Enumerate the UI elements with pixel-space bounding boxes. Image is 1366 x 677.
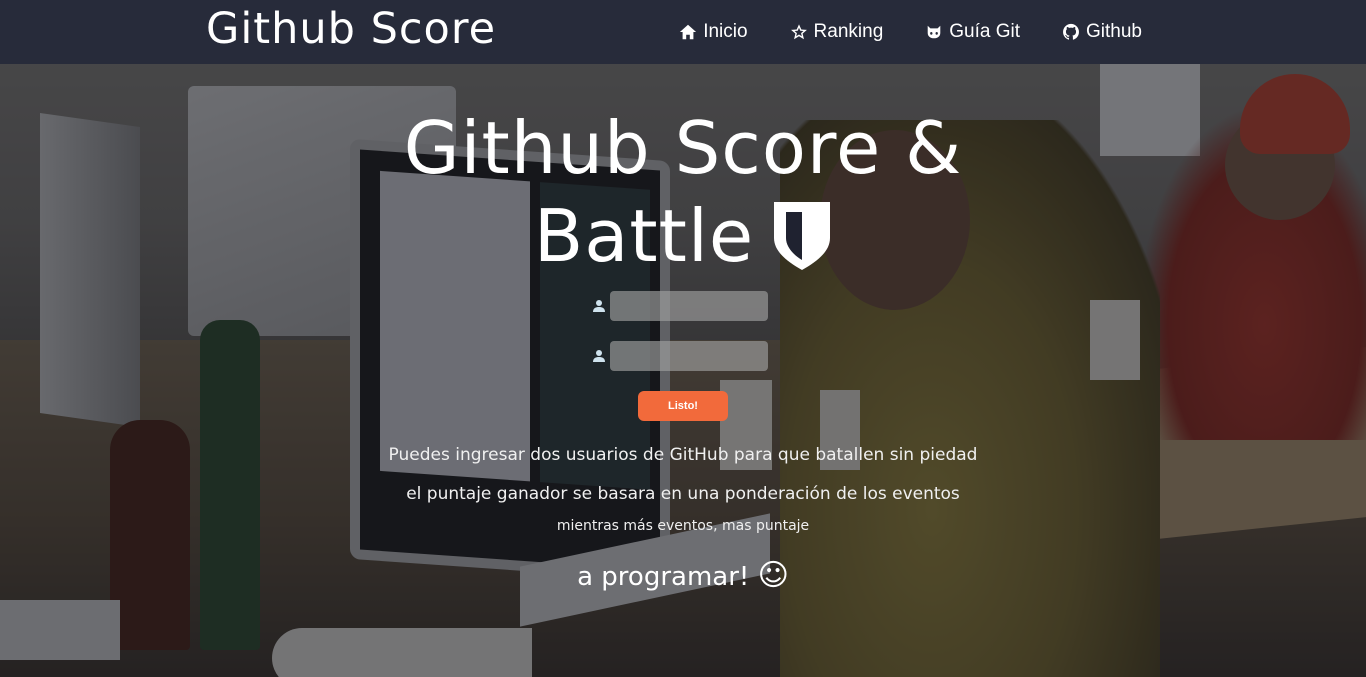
brand-logo[interactable]: Github Score [206,4,496,54]
nav-item-github[interactable]: Github [1062,21,1142,43]
octocat-icon [927,25,941,39]
nav-menu: Inicio Ranking Guía Git Github [679,0,1142,64]
star-icon [790,24,807,40]
user-icon [593,300,605,312]
nav-item-inicio[interactable]: Inicio [679,21,748,43]
submit-button[interactable]: Listo! [638,391,728,421]
shield-icon [774,202,831,270]
nav-item-label: Guía Git [949,21,1021,42]
user2-input[interactable] [610,341,768,371]
call-to-action: a programar! ☺ [0,558,1366,593]
description-line: el puntaje ganador se basara en una pond… [406,484,960,504]
nav-item-label: Inicio [703,21,748,42]
nav-item-label: Ranking [813,21,884,42]
hero-title-text: Battle [533,194,755,278]
description-line: Puedes ingresar dos usuarios de GitHub p… [388,445,978,465]
hero-title: Github Score & Battle [0,104,1366,280]
smile-icon: ☺ [757,558,789,593]
navbar: Github Score Inicio Ranking Guía Git Git… [0,0,1366,64]
nav-item-guia-git[interactable]: Guía Git [925,21,1020,43]
user-icon [593,350,605,362]
user2-field [592,341,768,371]
user1-input[interactable] [610,291,768,321]
hero-title-line1: Github Score & [403,106,963,190]
github-icon [1063,23,1079,40]
user1-field [592,291,768,321]
nav-item-ranking[interactable]: Ranking [790,21,884,43]
cta-text: a programar! [577,562,750,592]
nav-item-label: Github [1086,21,1142,42]
description-line: mientras más eventos, mas puntaje [556,518,810,534]
hero-title-line2: Battle [534,192,832,280]
hero-section: Github Score & Battle Listo! Puedes ingr… [0,64,1366,677]
home-icon [680,24,697,40]
